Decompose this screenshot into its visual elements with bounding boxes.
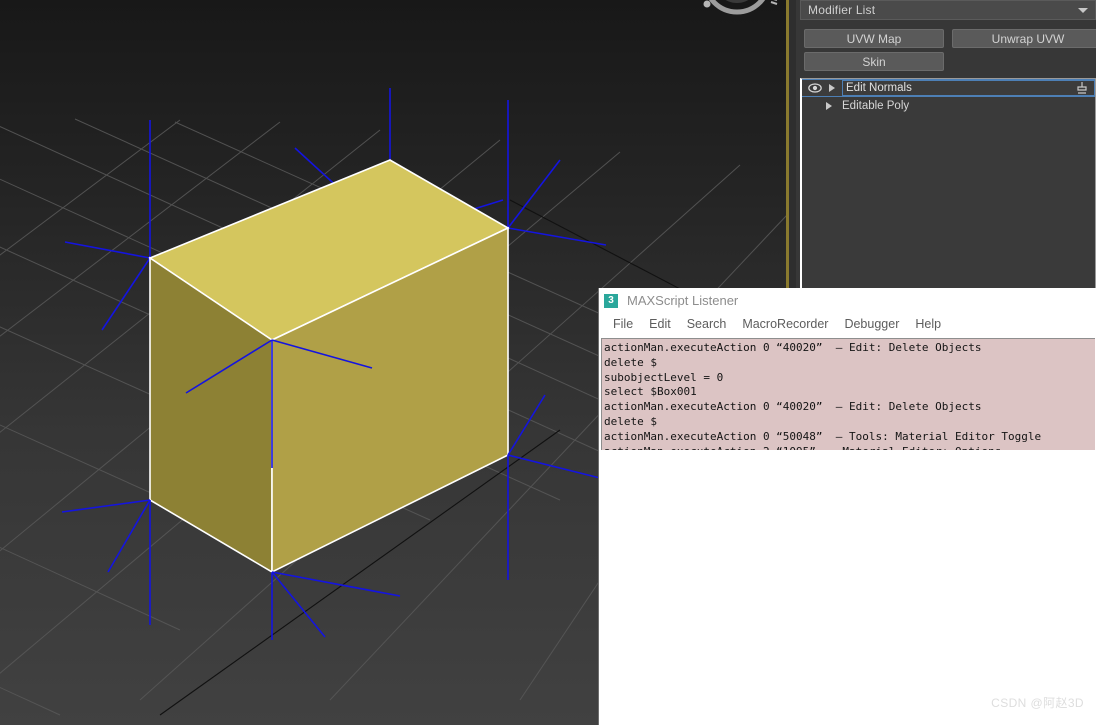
- listener-menubar[interactable]: File Edit Search MacroRecorder Debugger …: [599, 313, 1096, 335]
- output-line: delete $: [604, 414, 657, 428]
- menu-search[interactable]: Search: [679, 317, 735, 331]
- output-line: subobjectLevel = 0: [604, 370, 724, 384]
- menu-file[interactable]: File: [605, 317, 641, 331]
- modifier-list-label: Modifier List: [808, 3, 876, 17]
- listener-titlebar[interactable]: 3 MAXScript Listener: [599, 288, 1096, 313]
- listener-output-pane[interactable]: actionMan.executeAction 0 “40020” — Edit…: [601, 338, 1095, 450]
- modifier-button-label: Skin: [862, 54, 886, 69]
- modifier-stack-item-editable-poly[interactable]: Editable Poly: [802, 98, 1095, 114]
- output-line: delete $: [604, 355, 657, 369]
- menu-debugger[interactable]: Debugger: [836, 317, 907, 331]
- eye-icon[interactable]: [808, 83, 822, 93]
- modifier-stack-item-label: Edit Normals: [842, 80, 1095, 96]
- output-line: actionMan.executeAction 0 “50048” — Tool…: [604, 429, 1042, 443]
- output-line: actionMan.executeAction 0 “40020” — Edit…: [604, 400, 982, 414]
- command-panel: Modifier List UVW Map Unwrap UVW Skin Ed…: [796, 0, 1096, 290]
- modifier-stack-item-label: Editable Poly: [842, 100, 910, 112]
- expand-arrow-icon[interactable]: [829, 84, 835, 92]
- expand-arrow-icon[interactable]: [826, 102, 832, 110]
- modifier-button-skin[interactable]: Skin: [804, 52, 944, 71]
- output-line: select $Box001: [604, 385, 697, 399]
- modifier-button-label: UVW Map: [846, 31, 902, 46]
- view-navigation-gizmo[interactable]: [690, 0, 784, 40]
- app-window: Modifier List UVW Map Unwrap UVW Skin Ed…: [0, 0, 1096, 725]
- listener-window-title: MAXScript Listener: [627, 293, 739, 308]
- output-line: actionMan.executeAction 2 “1095” — Mater…: [604, 445, 1095, 450]
- modifier-stack-item-edit-normals[interactable]: Edit Normals: [802, 79, 1095, 97]
- maxscript-app-icon: 3: [604, 293, 618, 308]
- watermark: CSDN @阿赵3D: [991, 696, 1084, 710]
- pin-stack-icon[interactable]: [1075, 81, 1089, 98]
- menu-edit[interactable]: Edit: [641, 317, 679, 331]
- output-line: actionMan.executeAction 0 “40020” — Edit…: [604, 341, 982, 354]
- modifier-list-dropdown[interactable]: Modifier List: [800, 0, 1096, 20]
- modifier-stack[interactable]: Edit Normals Editable Poly: [800, 78, 1096, 290]
- chevron-down-icon[interactable]: [1078, 8, 1088, 13]
- modifier-button-unwrap-uvw[interactable]: Unwrap UVW: [952, 29, 1096, 48]
- menu-help[interactable]: Help: [907, 317, 949, 331]
- maxscript-listener-window[interactable]: 3 MAXScript Listener File Edit Search Ma…: [598, 288, 1096, 725]
- menu-macrorecorder[interactable]: MacroRecorder: [734, 317, 836, 331]
- modifier-button-label: Unwrap UVW: [991, 31, 1065, 46]
- modifier-button-uvw-map[interactable]: UVW Map: [804, 29, 944, 48]
